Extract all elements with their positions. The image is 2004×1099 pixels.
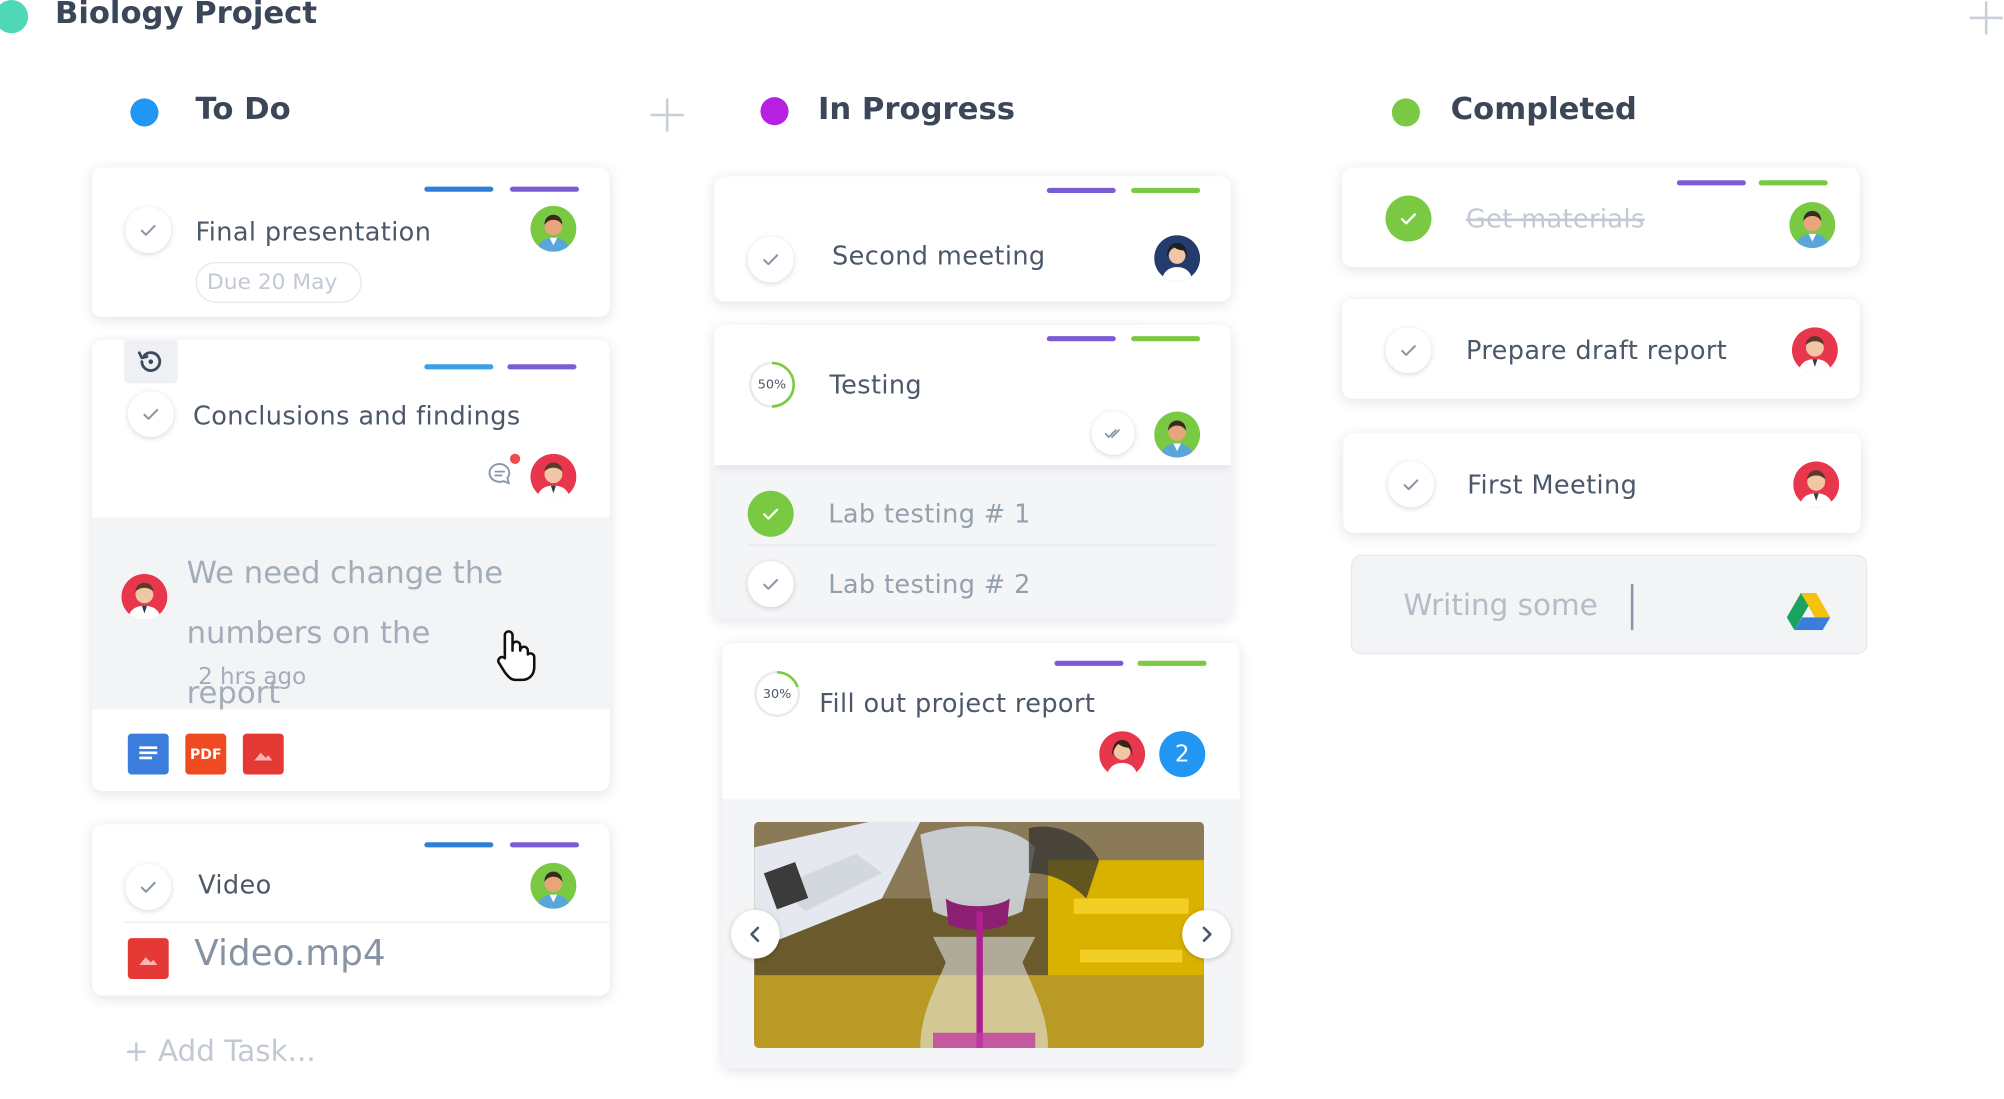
tag-green bbox=[1131, 187, 1201, 193]
task-card-draft-report[interactable]: Prepare draft report bbox=[1342, 299, 1860, 399]
tag-purple bbox=[1046, 336, 1116, 342]
completed-column-dot bbox=[1391, 98, 1420, 127]
task-checkbox-done[interactable] bbox=[1385, 195, 1432, 242]
tag-green bbox=[1758, 180, 1828, 186]
task-title: Video bbox=[198, 869, 272, 900]
task-card-header bbox=[722, 642, 1240, 799]
comment-time: 2 hrs ago bbox=[198, 663, 307, 691]
image-icon[interactable] bbox=[242, 733, 284, 775]
add-project-icon[interactable] bbox=[1969, 1, 2003, 35]
video-file-icon[interactable] bbox=[127, 938, 169, 980]
docs-icon[interactable] bbox=[127, 733, 169, 775]
progress-column-dot bbox=[760, 97, 789, 126]
board: Biology Project To Do In Progress Comple… bbox=[0, 0, 2004, 1099]
progress-ring: 30% bbox=[753, 670, 802, 719]
avatar-male-red bbox=[121, 573, 168, 620]
task-card-project-report[interactable]: 30% Fill out project report 2 bbox=[722, 642, 1240, 1069]
task-checkbox[interactable] bbox=[127, 391, 174, 438]
gallery-prev-button[interactable] bbox=[731, 910, 780, 959]
todo-column-dot bbox=[130, 98, 159, 127]
tag-purple bbox=[509, 186, 579, 192]
chevron-right-icon bbox=[1202, 926, 1212, 942]
project-dot bbox=[0, 0, 29, 34]
task-title: Fill out project report bbox=[819, 687, 1096, 719]
task-title: Final presentation bbox=[195, 215, 432, 247]
task-checkbox[interactable] bbox=[125, 207, 172, 254]
task-checkbox[interactable] bbox=[1385, 327, 1432, 374]
comment-text: We need change the numbers on the report bbox=[186, 554, 504, 711]
video-file-name[interactable]: Video.mp4 bbox=[194, 932, 385, 974]
avatar-male-red[interactable] bbox=[1791, 327, 1838, 374]
task-title: Get materials bbox=[1465, 203, 1645, 234]
subtask-row[interactable]: Lab testing # 2 bbox=[714, 546, 1230, 616]
progress-ring: 50% bbox=[748, 360, 797, 409]
tag-purple bbox=[507, 364, 577, 370]
todo-column-title: To Do bbox=[195, 90, 291, 127]
task-title: Prepare draft report bbox=[1465, 334, 1728, 366]
tag-purple bbox=[1046, 187, 1116, 193]
hand-cursor-icon bbox=[491, 628, 537, 682]
task-card-first-meeting[interactable]: First Meeting bbox=[1343, 433, 1861, 533]
tag-blue bbox=[424, 842, 494, 848]
text-caret bbox=[1630, 584, 1634, 631]
tag-blue bbox=[424, 186, 494, 192]
tag-purple bbox=[1054, 660, 1124, 666]
avatar-male-green[interactable] bbox=[1789, 201, 1836, 248]
avatar-male-red[interactable] bbox=[1793, 461, 1840, 508]
avatar-male-green[interactable] bbox=[530, 862, 577, 909]
task-card-final-presentation[interactable]: Final presentation Due 20 May bbox=[92, 167, 610, 317]
progress-column-title: In Progress bbox=[817, 90, 1016, 127]
avatar-male-red[interactable] bbox=[530, 453, 577, 500]
subtask-checkbox-done[interactable] bbox=[747, 490, 794, 537]
add-column-icon[interactable] bbox=[650, 98, 684, 132]
extra-members-badge[interactable]: 2 bbox=[1159, 731, 1206, 778]
comment-section: We need change the numbers on the report… bbox=[92, 517, 610, 711]
task-card-get-materials[interactable]: Get materials bbox=[1342, 167, 1860, 268]
lab-photo[interactable] bbox=[754, 821, 1204, 1049]
task-title: First Meeting bbox=[1467, 469, 1638, 500]
task-card-second-meeting[interactable]: Second meeting bbox=[714, 176, 1231, 302]
history-icon[interactable] bbox=[123, 339, 178, 384]
task-card-video[interactable]: Video Video.mp4 bbox=[92, 824, 610, 996]
new-task-input[interactable]: Writing some bbox=[1350, 554, 1868, 655]
task-title: Conclusions and findings bbox=[192, 400, 521, 431]
task-checkbox[interactable] bbox=[125, 863, 172, 911]
tag-purple bbox=[509, 842, 579, 848]
divider bbox=[122, 921, 610, 923]
avatar-female-dark[interactable] bbox=[1154, 235, 1201, 282]
pdf-icon[interactable]: PDF bbox=[185, 733, 227, 775]
chevron-left-icon bbox=[750, 926, 760, 942]
comment-icon[interactable] bbox=[484, 453, 521, 490]
subtask-label: Lab testing # 2 bbox=[828, 568, 1031, 600]
tag-light-blue bbox=[424, 364, 494, 370]
progress-label: 50% bbox=[757, 377, 787, 392]
task-title: Second meeting bbox=[832, 240, 1046, 271]
task-card-conclusions[interactable]: Conclusions and findings We need change … bbox=[92, 339, 610, 792]
new-task-text: Writing some bbox=[1403, 589, 1598, 623]
subtask-row[interactable]: Lab testing # 1 bbox=[714, 475, 1230, 546]
subtask-label: Lab testing # 1 bbox=[828, 498, 1031, 530]
tag-green bbox=[1137, 660, 1207, 666]
completed-column-title: Completed bbox=[1450, 90, 1637, 127]
gallery-next-button[interactable] bbox=[1182, 910, 1231, 959]
avatar-male-green[interactable] bbox=[530, 205, 577, 252]
progress-label: 30% bbox=[762, 686, 792, 702]
task-title: Testing bbox=[829, 369, 923, 401]
project-title: Biology Project bbox=[54, 0, 318, 31]
avatar-male-green[interactable] bbox=[1154, 411, 1201, 458]
tag-green bbox=[1131, 336, 1201, 342]
task-checkbox[interactable] bbox=[747, 236, 794, 283]
add-task-link[interactable]: + Add Task... bbox=[124, 1035, 316, 1068]
google-drive-icon[interactable] bbox=[1786, 592, 1831, 631]
tag-purple bbox=[1676, 180, 1746, 186]
notification-dot bbox=[509, 453, 521, 464]
task-checkbox[interactable] bbox=[1388, 461, 1435, 508]
checklist-done-icon[interactable] bbox=[1091, 411, 1135, 456]
avatar-female-red[interactable] bbox=[1099, 731, 1146, 778]
subtask-checkbox[interactable] bbox=[747, 561, 794, 608]
task-card-testing[interactable]: 50% Testing Lab testing # 1 Lab testing … bbox=[714, 324, 1231, 619]
due-date-badge[interactable]: Due 20 May bbox=[195, 262, 362, 303]
